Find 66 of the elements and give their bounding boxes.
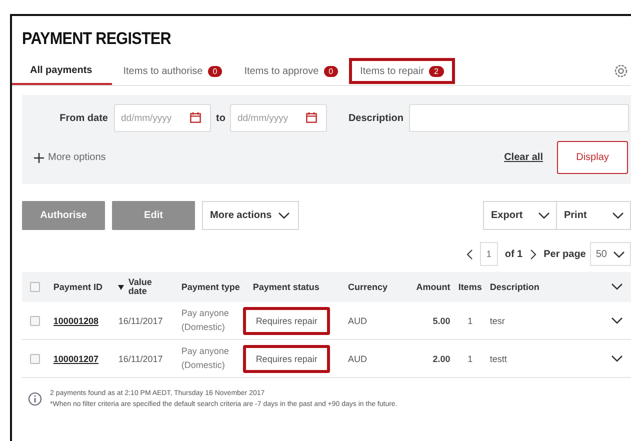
column-header[interactable]: Payment status <box>252 282 320 292</box>
calendar-icon[interactable] <box>306 112 318 123</box>
column-header[interactable]: Description <box>490 282 540 292</box>
settings-icon[interactable] <box>614 64 628 78</box>
payment-id-link[interactable]: 100001207 <box>53 354 98 364</box>
column-header[interactable]: Payment type <box>181 282 240 292</box>
table-cell: 5.00 <box>432 316 450 326</box>
next-page-icon[interactable] <box>530 248 537 260</box>
more-options-button[interactable]: More options <box>34 152 106 163</box>
sort-icon[interactable] <box>118 284 124 290</box>
table-cell: 16/11/2017 <box>118 316 163 326</box>
chevron-down-icon <box>611 283 623 290</box>
output-dropdown[interactable]: Export <box>483 201 557 230</box>
calendar-icon[interactable] <box>190 112 201 123</box>
tab[interactable]: Items to authorise 0 <box>112 57 234 85</box>
display-button[interactable]: Display <box>557 141 628 174</box>
tab[interactable]: Items to approve 0 <box>233 57 350 85</box>
chevron-down-icon <box>611 316 623 324</box>
to-label: to <box>216 112 226 124</box>
chevron-down-icon <box>611 354 623 362</box>
more-actions-dropdown[interactable]: More actions <box>202 201 299 230</box>
status-label: Requires repair <box>242 306 330 334</box>
tab[interactable]: All payments <box>12 57 112 85</box>
chevron-down-icon <box>278 212 290 219</box>
table-cell: AUD <box>348 316 367 326</box>
chevron-down-icon <box>613 250 625 258</box>
count-badge: 2 <box>429 66 444 76</box>
table-cell: 2.00 <box>432 354 450 364</box>
column-header[interactable]: Items <box>458 282 482 292</box>
per-page-label: Per page <box>544 248 586 260</box>
column-header[interactable]: Value date <box>128 278 158 296</box>
count-badge: 0 <box>208 66 222 76</box>
table-cell-text: Pay anyone (Domestic) <box>181 345 230 372</box>
status-label: Requires repair <box>242 344 330 372</box>
date-field[interactable]: dd/mm/yyyy <box>114 104 211 132</box>
page-count: of 1 <box>504 248 523 260</box>
row-checkbox[interactable] <box>30 316 40 326</box>
table-cell-text: Pay anyone (Domestic) <box>181 307 230 334</box>
table-cell: 1 <box>468 316 473 326</box>
column-header[interactable]: Amount <box>416 282 450 292</box>
column-header[interactable]: Currency <box>348 282 388 292</box>
plus-icon <box>34 152 44 162</box>
table-cell: testt <box>490 354 507 364</box>
table-cell: tesr <box>490 316 505 326</box>
description-field[interactable] <box>409 104 630 132</box>
date-field[interactable]: dd/mm/yyyy <box>230 104 328 132</box>
description-label: Description <box>347 112 404 124</box>
table-cell: 1 <box>468 354 473 364</box>
previous-page-icon[interactable] <box>466 248 473 260</box>
page-number-field[interactable]: 1 <box>480 242 498 266</box>
chevron-down-icon <box>612 212 624 219</box>
from-date-label: From date <box>58 112 108 124</box>
clear-all-link[interactable]: Clear all <box>504 152 543 163</box>
column-header[interactable]: Payment ID <box>53 282 102 292</box>
tab[interactable]: Items to repair 2 <box>349 58 454 84</box>
select-all-checkbox[interactable] <box>30 282 40 292</box>
row-checkbox[interactable] <box>30 354 40 364</box>
page-title: PAYMENT REGISTER <box>22 28 171 49</box>
payment-id-link[interactable]: 100001208 <box>53 316 98 326</box>
table-cell: 16/11/2017 <box>118 354 163 364</box>
count-badge: 0 <box>324 66 338 76</box>
chevron-down-icon <box>538 212 550 219</box>
per-page-dropdown[interactable]: 50 <box>590 242 631 266</box>
table-cell: AUD <box>348 354 367 364</box>
info-icon <box>28 392 42 406</box>
output-dropdown[interactable]: Print <box>557 201 631 230</box>
